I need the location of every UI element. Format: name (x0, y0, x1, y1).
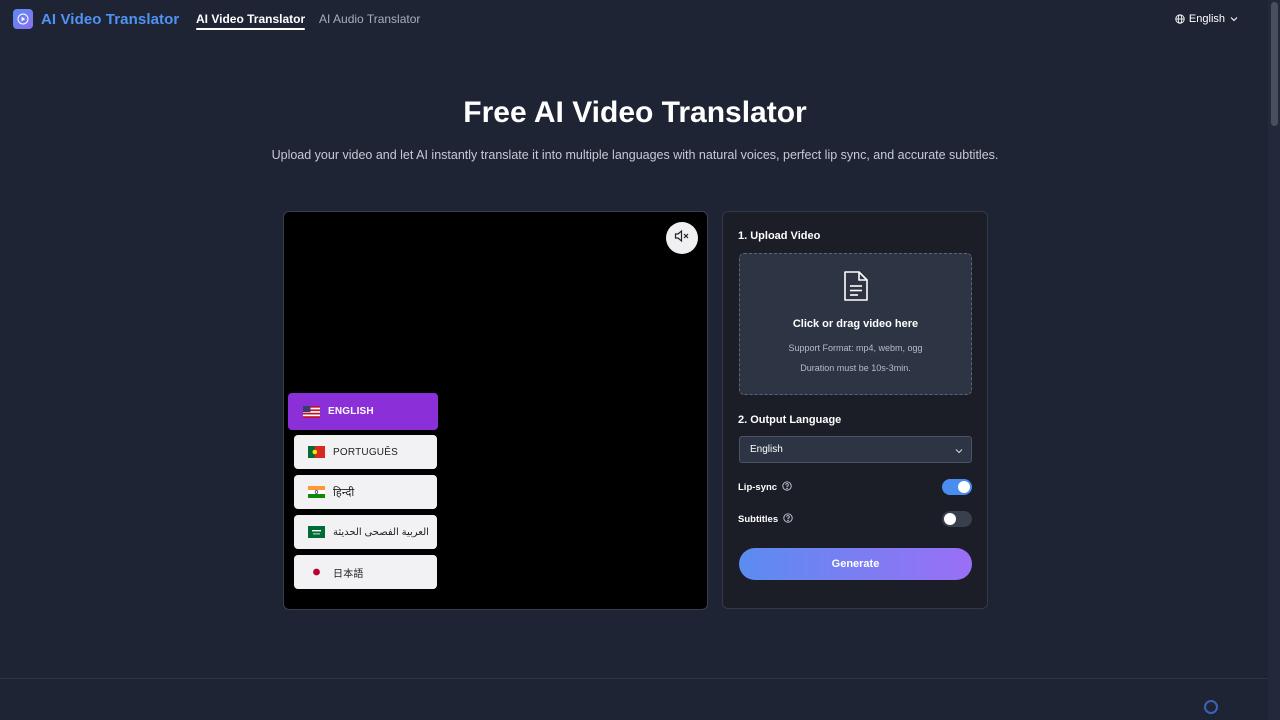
saudi-flag-icon (308, 526, 325, 538)
document-icon (842, 270, 870, 307)
page-title: Free AI Video Translator (463, 96, 807, 129)
subtitles-row: Subtitles (738, 511, 972, 527)
brand-logo[interactable]: AI Video Translator (13, 9, 179, 29)
japan-flag-icon (308, 566, 325, 578)
mute-button[interactable] (666, 222, 698, 254)
dropzone-format: Support Format: mp4, webm, ogg (788, 343, 923, 353)
lipsync-toggle[interactable] (942, 479, 972, 495)
language-option-arabic[interactable]: العربية الفصحى الحديثة (294, 515, 437, 549)
lipsync-label: Lip-sync (738, 481, 778, 493)
top-header: AI Video Translator AI Video Translator … (0, 0, 1268, 40)
dropzone-title: Click or drag video here (792, 318, 919, 330)
page-subtitle: Upload your video and let AI instantly t… (271, 148, 999, 162)
language-option-label: ENGLISH (328, 406, 374, 417)
language-option-english[interactable]: ENGLISH (288, 393, 438, 430)
portugal-flag-icon (308, 446, 325, 458)
chevron-down-icon (1230, 16, 1238, 22)
help-icon[interactable] (783, 512, 793, 526)
video-play-icon (13, 9, 33, 29)
subtitles-label: Subtitles (738, 513, 779, 525)
language-option-portugues[interactable]: PORTUGUÊS (294, 435, 437, 469)
brand-name: AI Video Translator (41, 10, 180, 28)
language-option-japanese[interactable]: 日本語 (294, 555, 437, 589)
chat-widget-icon[interactable] (1204, 700, 1218, 714)
chevron-down-icon (955, 446, 963, 457)
output-language-value: English (750, 444, 783, 455)
language-option-hindi[interactable]: हिन्दी (294, 475, 437, 509)
generate-button[interactable]: Generate (739, 548, 972, 580)
output-language-select[interactable]: English (739, 436, 972, 463)
section-divider (0, 678, 1268, 679)
upload-video-label: 1. Upload Video (738, 230, 821, 242)
toggle-knob (944, 513, 956, 525)
globe-icon (1175, 14, 1185, 24)
help-icon[interactable] (782, 480, 792, 494)
language-switcher[interactable]: English (1175, 13, 1238, 25)
language-switcher-label: English (1188, 13, 1225, 25)
translator-panel: 1. Upload Video Click or drag video here… (722, 211, 988, 609)
india-flag-icon (308, 486, 325, 498)
video-preview[interactable]: ENGLISH PORTUGUÊS हिन्दी العربية الفصحى … (283, 211, 708, 610)
language-option-label: हिन्दी (333, 486, 355, 499)
nav-ai-video-translator[interactable]: AI Video Translator (196, 12, 306, 30)
lipsync-row: Lip-sync (738, 479, 972, 495)
language-option-label: 日本語 (333, 568, 364, 580)
language-option-label: PORTUGUÊS (333, 446, 398, 458)
output-language-label: 2. Output Language (738, 414, 842, 426)
upload-dropzone[interactable]: Click or drag video here Support Format:… (739, 253, 972, 395)
us-flag-icon (303, 405, 320, 418)
subtitles-toggle[interactable] (942, 511, 972, 527)
language-option-label: العربية الفصحى الحديثة (333, 526, 429, 538)
speaker-muted-icon (674, 229, 690, 248)
dropzone-duration: Duration must be 10s-3min. (800, 363, 911, 373)
nav-ai-audio-translator[interactable]: AI Audio Translator (319, 12, 420, 26)
scrollbar-thumb[interactable] (1271, 2, 1278, 126)
toggle-knob (958, 481, 970, 493)
